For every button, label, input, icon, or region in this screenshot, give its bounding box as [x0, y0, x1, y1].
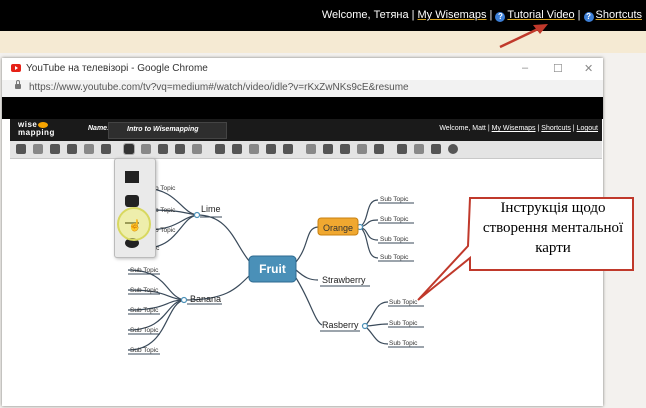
subtopic-label[interactable]: Sub Topic: [380, 236, 409, 243]
subtopic-label[interactable]: Sub Topic: [389, 299, 418, 306]
subtopic-label[interactable]: Sub Topic: [380, 254, 409, 261]
subtopic-label[interactable]: Sub Topic: [389, 320, 418, 327]
central-topic-label: Fruit: [259, 262, 286, 276]
lime-topic-label[interactable]: Lime: [201, 204, 221, 214]
rounded-rectangle-shape-option[interactable]: [125, 195, 139, 207]
rectangle-shape-option[interactable]: [125, 171, 139, 183]
subtopic-label[interactable]: Sub Topic: [130, 267, 159, 274]
red-arrow: [499, 24, 548, 49]
subtopic-label[interactable]: Sub Topic: [130, 347, 159, 354]
subtopic-label[interactable]: Sub Topic: [380, 196, 409, 203]
subtopic-label[interactable]: Sub Topic: [130, 327, 159, 334]
banana-topic-label[interactable]: Banana: [190, 294, 221, 304]
orange-topic-label: Orange: [323, 223, 353, 233]
rasberry-topic-label[interactable]: Rasberry: [322, 320, 359, 330]
strawberry-topic-label[interactable]: Strawberry: [322, 275, 366, 285]
subtopic-label[interactable]: Sub Topic: [130, 307, 159, 314]
subtopic-label[interactable]: Sub Topic: [380, 216, 409, 223]
hand-cursor-icon: ☝: [128, 220, 142, 232]
subtopic-label[interactable]: Sub Topic: [130, 287, 159, 294]
subtopic-label[interactable]: Sub Topic: [389, 340, 418, 347]
callout-text: Інструкція щодо створення ментальної кар…: [482, 200, 624, 256]
